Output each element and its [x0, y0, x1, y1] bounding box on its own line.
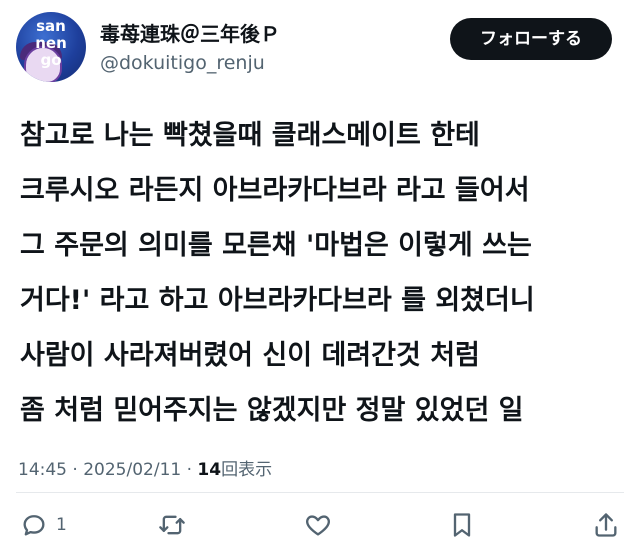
divider: [16, 492, 624, 493]
retweet-button[interactable]: [158, 508, 186, 542]
tweet-header: san nen go 毒苺連珠＠三年後Ｐ @dokuitigo_renju フォロー…: [0, 0, 640, 100]
heart-icon: [306, 515, 330, 536]
views-label: 回表示: [221, 460, 273, 480]
tweet-line: 좀 처럼 믿어주지는 않겠지만 정말 있었던 일: [20, 395, 524, 426]
display-name[interactable]: 毒苺連珠＠三年後Ｐ: [100, 18, 280, 47]
tweet-line: 그 주문의 의미를 모른채 '마법은 이렇게 쓰는: [20, 230, 532, 261]
tweet-line: 크루시오 라든지 아브라카다브라 라고 들어서: [20, 175, 530, 206]
user-handle[interactable]: @dokuitigo_renju: [100, 52, 265, 74]
reply-icon: [23, 515, 45, 536]
avatar[interactable]: san nen go: [16, 12, 86, 82]
bookmark-button[interactable]: [448, 508, 476, 542]
like-button[interactable]: [304, 508, 332, 542]
reply-count: 1: [56, 515, 67, 535]
follow-button[interactable]: フォローする: [450, 18, 612, 60]
tweet-time[interactable]: 14:45: [18, 460, 67, 480]
views-count: 14: [197, 460, 222, 480]
action-bar: 1: [0, 500, 640, 550]
meta-separator: ·: [181, 460, 198, 480]
avatar-logo-text: san nen go: [35, 17, 67, 69]
tweet-line: 참고로 나는 빡쳤을때 클래스메이트 한테: [20, 120, 480, 151]
share-button[interactable]: [592, 508, 620, 542]
tweet-text: 참고로 나는 빡쳤을때 클래스메이트 한테 크루시오 라든지 아브라카다브라 라…: [20, 108, 632, 438]
retweet-icon: [159, 515, 185, 535]
tweet-date[interactable]: 2025/02/11: [83, 460, 181, 480]
meta-separator: ·: [67, 460, 84, 480]
reply-button[interactable]: 1: [20, 508, 67, 542]
tweet-line: 거다!' 라고 하고 아브라카다브라 를 외쳤더니: [20, 285, 535, 316]
tweet-meta: 14:45 · 2025/02/11 · 14回表示: [18, 455, 272, 480]
share-icon: [595, 513, 617, 537]
tweet-line: 사람이 사라져버렸어 신이 데려간것 처럼: [20, 340, 480, 371]
bookmark-icon: [453, 513, 471, 537]
